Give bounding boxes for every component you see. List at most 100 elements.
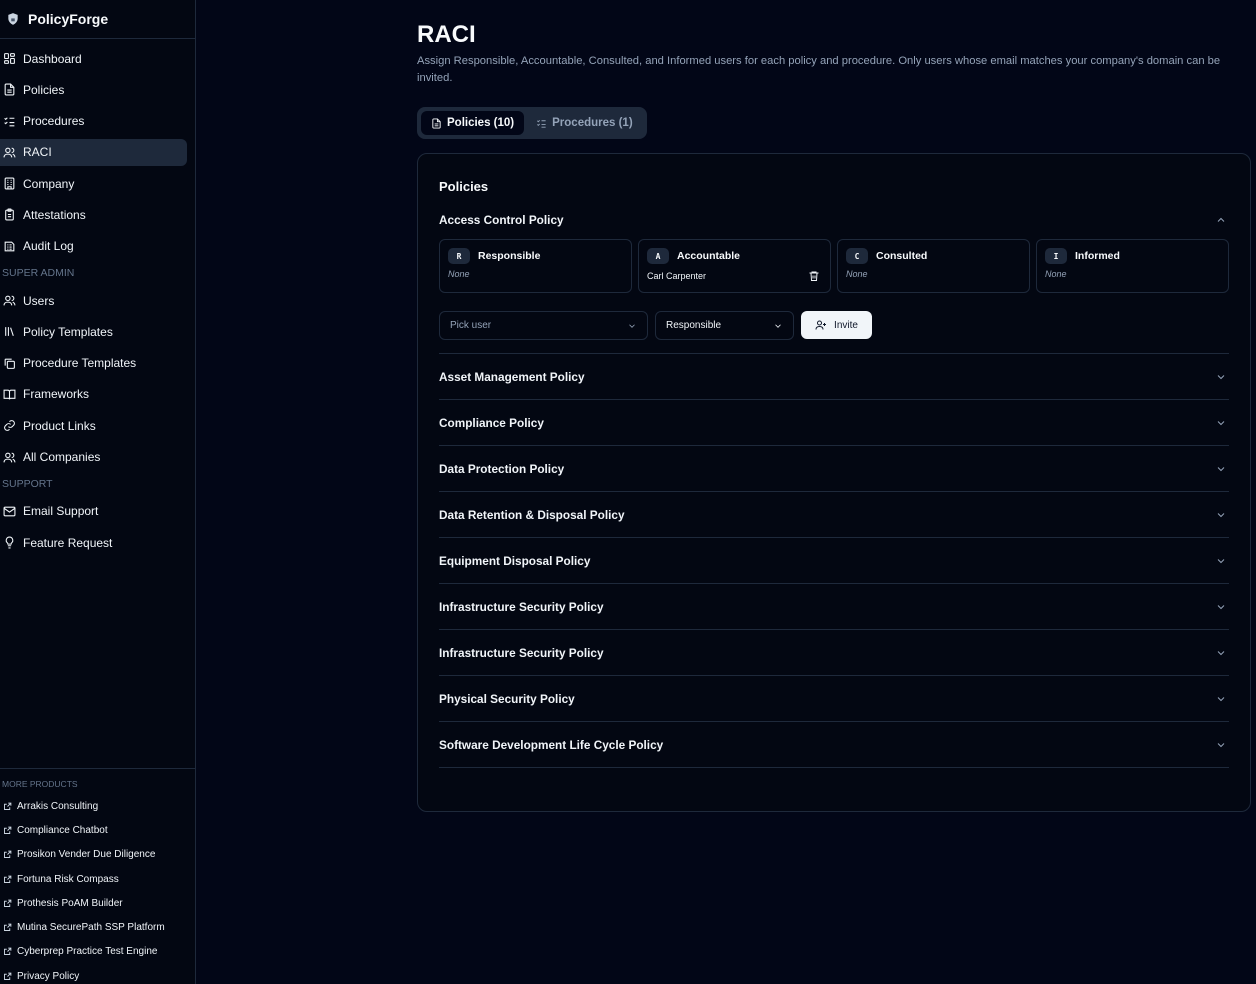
sidebar-item-attestations[interactable]: Attestations: [0, 201, 187, 228]
sidebar-item-users[interactable]: Users: [0, 287, 187, 314]
chevron-down-icon: [1217, 742, 1225, 747]
chevron-down-icon: [1217, 420, 1225, 425]
raci-accountable: A Accountable Carl Carpenter: [638, 239, 831, 293]
product-link-fortuna[interactable]: Fortuna Risk Compass: [0, 867, 196, 891]
policy-accordion-row[interactable]: Asset Management Policy: [439, 354, 1229, 400]
tab-procedures[interactable]: Procedures (1): [526, 111, 643, 135]
sidebar-item-product-links[interactable]: Product Links: [0, 412, 187, 439]
policy-name: Data Protection Policy: [439, 461, 565, 476]
external-link-icon: [4, 826, 12, 834]
policy-name: Infrastructure Security Policy: [439, 599, 604, 614]
policy-name: Infrastructure Security Policy: [439, 645, 604, 660]
sidebar-item-all-companies[interactable]: All Companies: [0, 444, 187, 471]
chevron-down-icon: [1217, 604, 1225, 609]
product-link-compliance-chatbot[interactable]: Compliance Chatbot: [0, 818, 196, 842]
raci-responsible: R Responsible None: [439, 239, 632, 293]
chevron-down-icon: [1217, 650, 1225, 655]
sidebar-item-procedures[interactable]: Procedures: [0, 108, 187, 135]
external-link-icon: [4, 948, 12, 956]
raci-letter-badge: I: [1045, 248, 1067, 264]
raci-value: None: [448, 269, 470, 279]
sidebar-item-label: Audit Log: [23, 239, 74, 254]
sidebar-item-feature-request[interactable]: Feature Request: [0, 529, 187, 556]
policies-card: Policies Access Control Policy R Respons…: [417, 153, 1251, 812]
policy-name: Data Retention & Disposal Policy: [439, 507, 625, 522]
product-link-label: Mutina SecurePath SSP Platform: [17, 922, 165, 934]
assign-controls: Pick user Responsible Invite: [439, 311, 1229, 340]
product-link-label: Cyberprep Practice Test Engine: [17, 946, 158, 958]
library-icon: [5, 327, 14, 337]
product-link-cyberprep[interactable]: Cyberprep Practice Test Engine: [0, 940, 196, 964]
sidebar-item-label: Feature Request: [23, 535, 113, 550]
pick-user-select[interactable]: Pick user: [439, 311, 648, 340]
policy-accordion-row[interactable]: Physical Security Policy: [439, 676, 1229, 722]
product-link-prothesis[interactable]: Prothesis PoAM Builder: [0, 891, 196, 915]
role-select[interactable]: Responsible: [655, 311, 794, 340]
policy-accordion-row[interactable]: Compliance Policy: [439, 400, 1229, 446]
clipboard-icon: [5, 209, 14, 221]
sidebar-item-audit-log[interactable]: Audit Log: [0, 233, 187, 260]
product-link-label: Prothesis PoAM Builder: [17, 897, 123, 909]
product-link-label: Arrakis Consulting: [17, 800, 99, 812]
page-description: Assign Responsible, Accountable, Consult…: [417, 55, 1221, 84]
invite-button[interactable]: Invite: [801, 311, 872, 339]
policy-name: Access Control Policy: [439, 213, 564, 227]
list-checks-icon: [537, 119, 546, 128]
product-link-prosikon[interactable]: Prosikon Vender Due Diligence: [0, 843, 196, 867]
sidebar-item-label: All Companies: [23, 450, 101, 465]
trash-icon[interactable]: [808, 270, 820, 282]
product-link-arrakis[interactable]: Arrakis Consulting: [0, 794, 196, 818]
chevron-down-icon: [1217, 466, 1225, 471]
sidebar-item-label: Attestations: [23, 207, 86, 222]
sidebar-item-label: Policies: [23, 82, 65, 97]
sidebar-item-label: Product Links: [23, 418, 96, 433]
sidebar-item-frameworks[interactable]: Frameworks: [0, 381, 187, 408]
raci-consulted: C Consulted None: [837, 239, 1030, 293]
chevron-down-icon: [1217, 558, 1225, 563]
sidebar-item-email-support[interactable]: Email Support: [0, 498, 187, 525]
sidebar-item-company[interactable]: Company: [0, 170, 187, 197]
grid-icon: [4, 53, 15, 64]
sidebar-item-policy-templates[interactable]: Policy Templates: [0, 318, 187, 345]
tab-policies[interactable]: Policies (10): [421, 111, 525, 135]
shield-logo-icon: [6, 12, 20, 26]
file-text-icon: [4, 83, 15, 96]
policy-name: Software Development Life Cycle Policy: [439, 737, 664, 752]
invite-label: Invite: [834, 319, 858, 331]
product-link-mutina[interactable]: Mutina SecurePath SSP Platform: [0, 915, 196, 939]
sidebar-item-policies[interactable]: Policies: [0, 76, 187, 103]
product-link-privacy-policy[interactable]: Privacy Policy: [0, 964, 196, 984]
main-nav: Dashboard Policies Procedures RACI Compa…: [0, 39, 195, 556]
pick-user-placeholder: Pick user: [450, 320, 492, 331]
raci-letter-badge: C: [846, 248, 868, 264]
raci-letter-badge: A: [647, 248, 669, 264]
external-link-icon: [4, 875, 12, 883]
external-link-icon: [4, 972, 12, 980]
policy-accordion-row[interactable]: Data Protection Policy: [439, 446, 1229, 492]
brand[interactable]: PolicyForge: [0, 0, 195, 39]
book-open-icon: [3, 389, 16, 400]
external-link-icon: [4, 899, 12, 907]
policy-name: Asset Management Policy: [439, 369, 585, 384]
users-icon: [3, 452, 16, 462]
policy-accordion-row[interactable]: Infrastructure Security Policy: [439, 630, 1229, 676]
chevron-down-icon: [1217, 374, 1225, 379]
external-link-icon: [4, 802, 12, 810]
chevron-down-icon: [1217, 696, 1225, 701]
sidebar-item-label: Procedure Templates: [23, 356, 137, 371]
policy-accordion-row[interactable]: Equipment Disposal Policy: [439, 538, 1229, 584]
raci-value: None: [846, 269, 868, 279]
product-link-label: Fortuna Risk Compass: [17, 873, 119, 885]
sidebar-item-dashboard[interactable]: Dashboard: [0, 45, 187, 72]
super-admin-label: SUPER ADMIN: [2, 267, 75, 280]
policy-accordion-row[interactable]: Software Development Life Cycle Policy: [439, 722, 1229, 768]
sidebar-item-procedure-templates[interactable]: Procedure Templates: [0, 350, 187, 377]
assigned-user-name: Carl Carpenter: [647, 271, 707, 281]
policy-accordion-row[interactable]: Data Retention & Disposal Policy: [439, 492, 1229, 538]
file-text-icon: [432, 117, 441, 129]
policy-accordion-row[interactable]: Infrastructure Security Policy: [439, 584, 1229, 630]
product-link-label: Privacy Policy: [17, 970, 80, 982]
policy-accordion-access-control[interactable]: Access Control Policy: [439, 201, 1229, 239]
sidebar-item-raci[interactable]: RACI: [0, 138, 187, 166]
sidebar-item-label: Procedures: [23, 114, 85, 129]
